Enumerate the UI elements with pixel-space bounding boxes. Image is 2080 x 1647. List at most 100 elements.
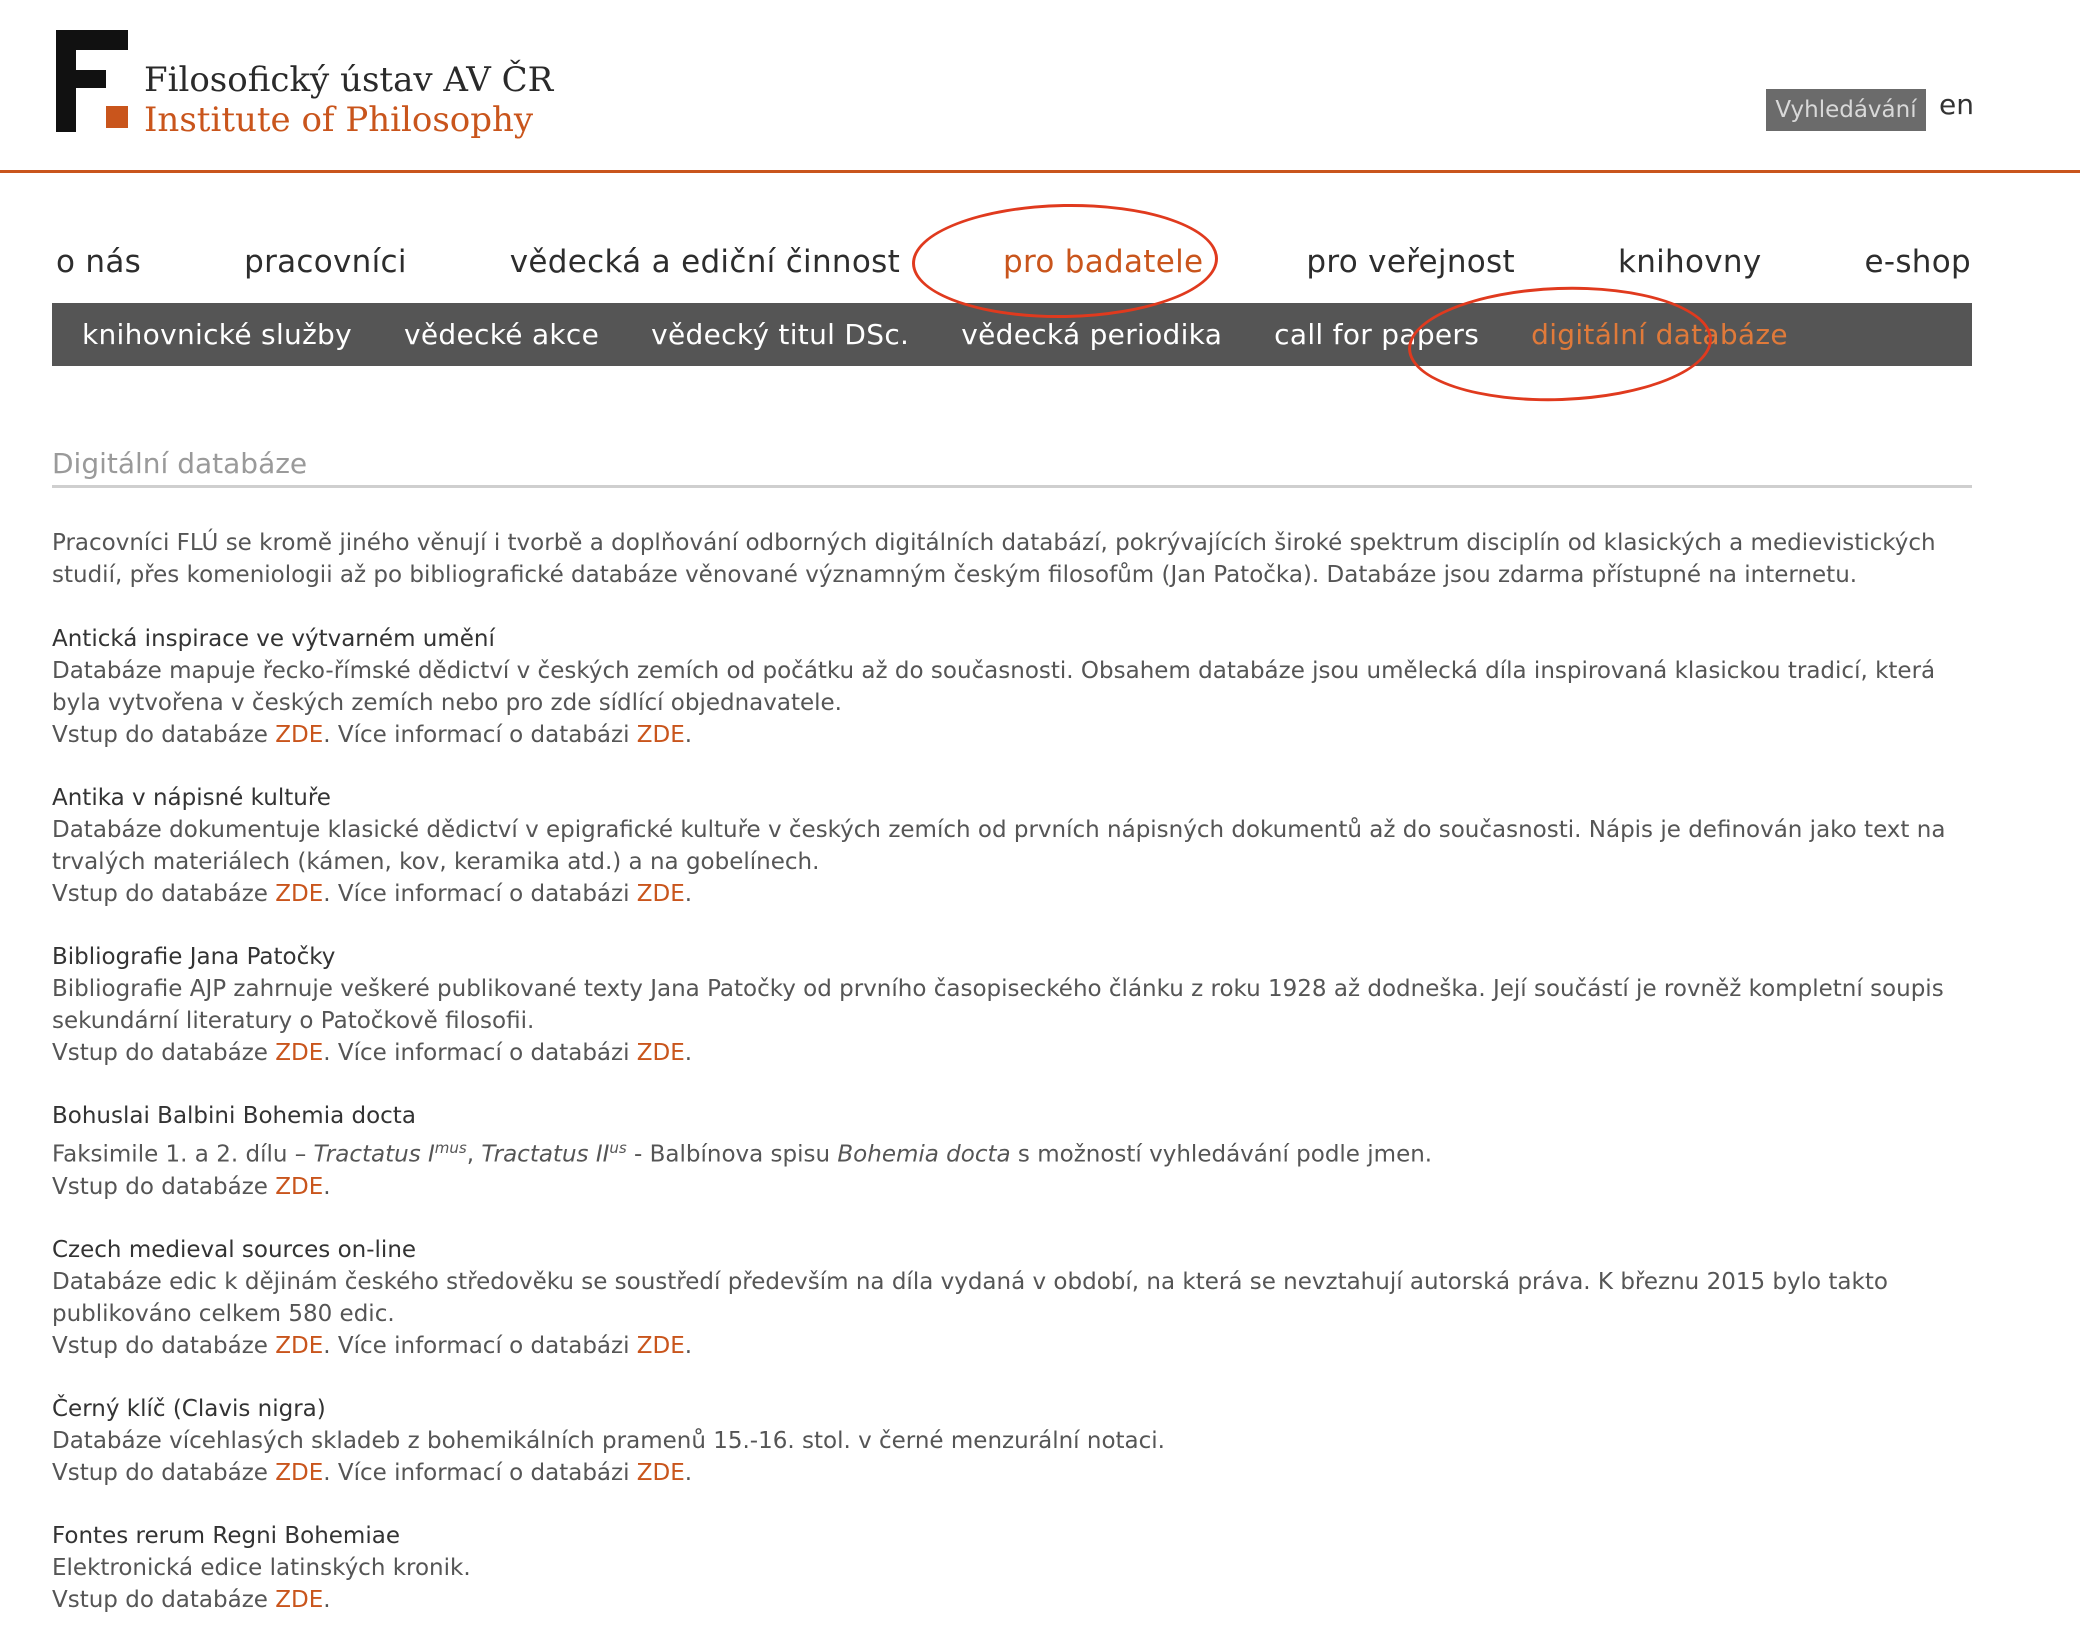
database-description: Bibliografie AJP zahrnuje veškeré publik…: [52, 976, 1944, 1034]
link-prefix: Vstup do databáze: [52, 1459, 276, 1486]
database-links: Vstup do databáze ZDE.: [52, 1171, 1972, 1203]
sub-nav-item: vědecká periodika: [961, 318, 1222, 351]
database-title: Fontes rerum Regni Bohemiae: [52, 1522, 400, 1549]
punctuation: .: [684, 722, 693, 748]
database-title: Antika v nápisné kultuře: [52, 785, 331, 811]
work-title: Tractatus II: [481, 1141, 610, 1168]
enter-database-link[interactable]: ZDE: [275, 1460, 323, 1486]
enter-database-link[interactable]: ZDE: [275, 881, 323, 907]
enter-database-link[interactable]: ZDE: [275, 722, 323, 748]
nav-link-e-shop[interactable]: e-shop: [1864, 244, 1971, 280]
nav-link-vedecka-cinnost[interactable]: vědecká a ediční činnost: [510, 244, 900, 280]
site-logo[interactable]: Filosofický ústav AV ČR Institute of Phi…: [56, 30, 553, 140]
title-divider: [52, 485, 1972, 488]
logo-mark-icon: [56, 30, 128, 132]
main-nav: o nás pracovníci vědecká a ediční činnos…: [56, 244, 1971, 280]
info-prefix: Více informací o databázi: [337, 1332, 637, 1359]
nav-link-pro-verejnost[interactable]: pro veřejnost: [1306, 244, 1515, 280]
punctuation: .: [323, 1040, 331, 1066]
more-info-link[interactable]: ZDE: [637, 722, 685, 748]
logo-text-cs: Filosofický ústav AV ČR: [144, 60, 554, 100]
intro-paragraph: Pracovníci FLÚ se kromě jiného věnují i …: [52, 530, 1936, 588]
subnav-link-vedecke-akce[interactable]: vědecké akce: [404, 318, 599, 351]
database-description: Faksimile 1. a 2. dílu – Tractatus Imus,…: [52, 1132, 1972, 1171]
database-entry: Antika v nápisné kultuře Databáze dokume…: [52, 782, 1972, 910]
punctuation: .: [684, 1040, 693, 1066]
database-links: Vstup do databáze ZDE.: [52, 1584, 1972, 1616]
punctuation: .: [323, 1332, 331, 1359]
subnav-link-digitalni-databaze[interactable]: digitální databáze: [1531, 318, 1788, 351]
enter-database-link[interactable]: ZDE: [275, 1174, 323, 1200]
database-description: Databáze mapuje řecko-římské dědictví v …: [52, 658, 1936, 716]
database-links: Vstup do databáze ZDE. Více informací o …: [52, 719, 1972, 751]
enter-database-link[interactable]: ZDE: [275, 1587, 323, 1613]
enter-database-link[interactable]: ZDE: [275, 1333, 323, 1359]
more-info-link[interactable]: ZDE: [637, 1333, 685, 1359]
database-title: Černý klíč (Clavis nigra): [52, 1395, 326, 1422]
punctuation: .: [684, 1332, 693, 1359]
subnav-link-vedecka-periodika[interactable]: vědecká periodika: [961, 318, 1222, 351]
link-prefix: Vstup do databáze: [52, 1173, 276, 1200]
link-prefix: Vstup do databáze: [52, 722, 276, 748]
main-nav-item: knihovny: [1618, 244, 1762, 280]
database-links: Vstup do databáze ZDE. Více informací o …: [52, 1037, 1972, 1069]
more-info-link[interactable]: ZDE: [637, 1460, 685, 1486]
database-description: Databáze edic k dějinám českého středově…: [52, 1268, 1888, 1327]
link-prefix: Vstup do databáze: [52, 1040, 276, 1066]
main-nav-item: vědecká a ediční činnost: [510, 244, 900, 280]
search-button[interactable]: Vyhledávání: [1766, 89, 1926, 131]
description-text: Faksimile 1. a 2. dílu –: [52, 1141, 314, 1168]
punctuation: .: [323, 1586, 331, 1613]
subnav-link-call-for-papers[interactable]: call for papers: [1274, 318, 1479, 351]
main-nav-item: pro veřejnost: [1306, 244, 1515, 280]
link-prefix: Vstup do databáze: [52, 1332, 276, 1359]
nav-link-pracovnici[interactable]: pracovníci: [244, 244, 407, 280]
description-text: s možností vyhledávání podle jmen.: [1010, 1141, 1433, 1168]
database-title: Czech medieval sources on-line: [52, 1236, 417, 1263]
main-nav-item: pracovníci: [244, 244, 407, 280]
main-nav-item: e-shop: [1864, 244, 1971, 280]
logo-text-en: Institute of Philosophy: [144, 100, 534, 140]
sub-nav: knihovnické služby vědecké akce vědecký …: [52, 303, 1972, 366]
main-nav-item: o nás: [56, 244, 141, 280]
link-prefix: Vstup do databáze: [52, 1586, 276, 1613]
database-description: Databáze vícehlasých skladeb z bohemikál…: [52, 1427, 1165, 1454]
work-title: Bohemia docta: [837, 1141, 1011, 1168]
database-title: Bohuslai Balbini Bohemia docta: [52, 1103, 416, 1129]
more-info-link[interactable]: ZDE: [637, 881, 685, 907]
subnav-link-vedecky-titul[interactable]: vědecký titul DSc.: [651, 318, 909, 351]
sub-nav-item: call for papers: [1274, 318, 1479, 351]
punctuation: .: [323, 1173, 331, 1200]
info-prefix: Více informací o databázi: [337, 1459, 637, 1486]
database-entry: Bibliografie Jana Patočky Bibliografie A…: [52, 941, 1972, 1069]
database-title: Bibliografie Jana Patočky: [52, 944, 336, 970]
link-prefix: Vstup do databáze: [52, 881, 276, 907]
enter-database-link[interactable]: ZDE: [275, 1040, 323, 1066]
database-entry: Černý klíč (Clavis nigra) Databáze víceh…: [52, 1393, 1972, 1489]
database-description: Databáze dokumentuje klasické dědictví v…: [52, 817, 1946, 875]
nav-link-o-nas[interactable]: o nás: [56, 244, 141, 280]
superscript: us: [609, 1139, 627, 1157]
database-links: Vstup do databáze ZDE. Více informací o …: [52, 1330, 1972, 1362]
info-prefix: Více informací o databázi: [337, 722, 637, 748]
punctuation: .: [323, 1459, 331, 1486]
sub-nav-item: knihovnické služby: [82, 318, 352, 351]
punctuation: .: [684, 1459, 693, 1486]
main-content: Pracovníci FLÚ se kromě jiného věnují i …: [52, 527, 1972, 1647]
database-entry: Czech medieval sources on-line Databáze …: [52, 1234, 1972, 1362]
sub-nav-item: digitální databáze: [1531, 318, 1788, 351]
nav-link-pro-badatele[interactable]: pro badatele: [1003, 244, 1203, 280]
description-text: ,: [466, 1141, 482, 1168]
nav-link-knihovny[interactable]: knihovny: [1618, 244, 1762, 280]
subnav-link-knihovnicke-sluzby[interactable]: knihovnické služby: [82, 318, 352, 351]
database-title: Antická inspirace ve výtvarném umění: [52, 626, 495, 652]
database-links: Vstup do databáze ZDE. Více informací o …: [52, 878, 1972, 910]
info-prefix: Více informací o databázi: [337, 1040, 637, 1066]
description-text: - Balbínova spisu: [626, 1141, 838, 1168]
sub-nav-item: vědecký titul DSc.: [651, 318, 909, 351]
more-info-link[interactable]: ZDE: [637, 1040, 685, 1066]
language-switch-link[interactable]: en: [1939, 88, 1974, 121]
work-title: Tractatus I: [313, 1141, 435, 1168]
database-links: Vstup do databáze ZDE. Více informací o …: [52, 1457, 1972, 1489]
page-title: Digitální databáze: [52, 447, 308, 480]
